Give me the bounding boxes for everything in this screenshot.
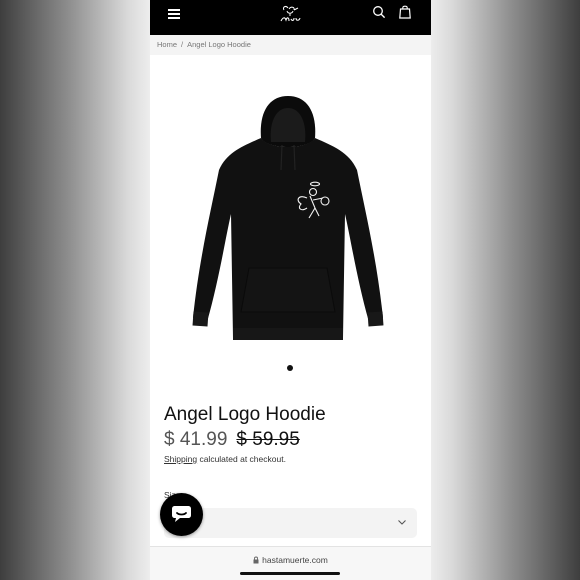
breadcrumb-current: Angel Logo Hoodie bbox=[187, 40, 251, 49]
brand-logo[interactable] bbox=[278, 4, 304, 24]
shipping-note: Shipping calculated at checkout. bbox=[164, 454, 286, 464]
product-image[interactable] bbox=[187, 90, 389, 346]
breadcrumb-home-link[interactable]: Home bbox=[157, 40, 177, 49]
price-row: $ 41.99 $ 59.95 bbox=[164, 429, 300, 451]
shipping-policy-link[interactable]: Shipping bbox=[164, 454, 197, 464]
url-text: hastamuerte.com bbox=[262, 555, 328, 565]
browser-address-bar: hastamuerte.com bbox=[150, 546, 431, 580]
chevron-down-icon bbox=[398, 520, 406, 525]
chat-button[interactable] bbox=[160, 493, 203, 536]
breadcrumb: Home / Angel Logo Hoodie bbox=[150, 35, 431, 55]
chat-bubble-icon bbox=[172, 506, 191, 522]
hamburger-menu-icon[interactable] bbox=[168, 8, 182, 20]
shopping-bag-icon[interactable] bbox=[399, 5, 411, 19]
home-indicator[interactable] bbox=[240, 572, 340, 575]
phone-screen: Home / Angel Logo Hoodie Angel Logo Hoodie… bbox=[150, 0, 431, 580]
product-title: Angel Logo Hoodie bbox=[164, 404, 326, 425]
sale-price: $ 41.99 bbox=[164, 429, 228, 450]
lock-icon bbox=[253, 556, 259, 564]
compare-at-price: $ 59.95 bbox=[236, 429, 300, 450]
search-icon[interactable] bbox=[372, 5, 386, 19]
gallery-slide-indicator-dot[interactable] bbox=[287, 365, 293, 371]
shipping-note-text: calculated at checkout. bbox=[197, 454, 286, 464]
breadcrumb-separator: / bbox=[181, 40, 184, 49]
address-url[interactable]: hastamuerte.com bbox=[150, 555, 431, 565]
top-navigation-bar bbox=[150, 0, 431, 35]
